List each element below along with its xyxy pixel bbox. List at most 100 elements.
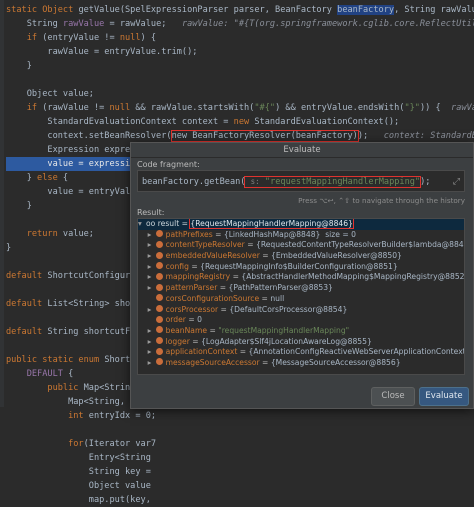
result-field-row[interactable]: ▸ config = {RequestMappingInfo$BuilderCon… <box>138 262 464 273</box>
code-line[interactable]: Entry<String <box>6 451 474 465</box>
field-icon <box>155 315 163 323</box>
field-name: mappingRegistry <box>165 272 231 282</box>
result-field-row[interactable]: ▸ applicationContext = {AnnotationConfigR… <box>138 347 464 358</box>
result-field-row[interactable]: corsConfigurationSource = null <box>138 294 464 305</box>
code-line[interactable]: static Object getValue(SpelExpressionPar… <box>6 3 474 17</box>
chevron-right-icon[interactable]: ▸ <box>148 305 156 316</box>
result-fields: ▸ pathPrefixes = {LinkedHashMap@8848} siz… <box>138 230 464 369</box>
expand-icon[interactable]: ⤢ <box>453 171 460 193</box>
code-line[interactable]: for(Iterator var7 <box>6 437 474 451</box>
result-root-row[interactable]: ▾ oo result = {RequestMappingHandlerMappi… <box>138 219 464 230</box>
result-tree[interactable]: ▾ oo result = {RequestMappingHandlerMappi… <box>137 218 465 375</box>
field-name: order <box>165 315 186 325</box>
chevron-right-icon[interactable]: ▸ <box>148 251 156 262</box>
chevron-right-icon[interactable]: ▸ <box>148 272 156 283</box>
chevron-right-icon[interactable]: ▸ <box>148 337 156 348</box>
chevron-right-icon[interactable]: ▸ <box>148 283 156 294</box>
code-token: ) && entryValue.endsWith( <box>275 103 405 113</box>
code-token: StandardEvaluationContext(); <box>254 117 400 127</box>
chevron-right-icon[interactable] <box>148 294 156 305</box>
code-token: DEFAULT <box>6 369 69 379</box>
code-token: "}" <box>404 103 420 113</box>
code-text: DEFAULT { <box>6 369 74 379</box>
code-token: } <box>6 61 32 71</box>
code-text: static Object getValue(SpelExpressionPar… <box>6 5 474 15</box>
history-hint: Press ⌥↩, ⌃⇧ to navigate through the his… <box>298 196 465 205</box>
editor-gutter <box>0 0 4 407</box>
field-name: contentTypeResolver <box>165 240 245 250</box>
code-line[interactable]: rawValue = entryValue.trim(); <box>6 45 474 59</box>
code-token: new <box>233 117 255 127</box>
code-token: { <box>62 173 69 183</box>
code-line[interactable]: context.setBeanResolver(new BeanFactoryR… <box>6 129 474 143</box>
code-line[interactable]: } <box>6 59 474 73</box>
code-line[interactable]: if (rawValue != null && rawValue.startsW… <box>6 101 474 115</box>
code-token: (Iterator var7 <box>83 439 157 449</box>
chevron-right-icon[interactable]: ▸ <box>148 326 156 337</box>
chevron-right-icon[interactable]: ▸ <box>148 240 156 251</box>
code-token: rawValue <box>62 19 105 29</box>
chevron-right-icon[interactable]: ▸ <box>148 230 156 241</box>
code-token: } <box>6 243 12 253</box>
result-field-row[interactable]: ▸ patternParser = {PathPatternParser@8853… <box>138 283 464 294</box>
code-line[interactable]: String rawValue = rawValue; rawValue: "#… <box>6 17 474 31</box>
code-text: value = entryValue; <box>6 187 145 197</box>
field-icon <box>155 283 163 291</box>
code-line[interactable] <box>6 423 474 437</box>
result-field-row[interactable]: ▸ mappingRegistry = {AbstractHandlerMetho… <box>138 272 464 283</box>
code-token: int <box>6 411 89 421</box>
chevron-down-icon[interactable]: ▾ <box>138 219 146 230</box>
inline-debug-value: rawValue: "#{T(org.sprin <box>451 103 474 113</box>
code-line[interactable]: int entryIdx = 0; <box>6 409 474 423</box>
result-field-row[interactable]: ▸ beanName = "requestMappingHandlerMappin… <box>138 326 464 337</box>
code-token: public static enum <box>6 355 105 365</box>
inline-debug-value: rawValue: "#{T(org.springframework.cglib… <box>181 19 474 29</box>
result-field-row[interactable]: ▸ contentTypeResolver = {RequestedContent… <box>138 240 464 251</box>
result-label: Result: <box>137 208 165 217</box>
code-line[interactable]: String key = <box>6 465 474 479</box>
code-token: return <box>6 229 63 239</box>
evaluate-button[interactable]: Evaluate <box>419 387 469 406</box>
result-field-row[interactable]: ▸ messageSourceAccessor = {MessageSourceA… <box>138 358 464 369</box>
result-field-row[interactable]: ▸ corsProcessor = {DefaultCorsProcessor@8… <box>138 305 464 316</box>
result-field-row[interactable]: ▸ pathPrefixes = {LinkedHashMap@8848} siz… <box>138 230 464 241</box>
code-line[interactable]: Object value; <box>6 87 474 101</box>
chevron-right-icon[interactable]: ▸ <box>148 262 156 273</box>
code-token: public <box>6 383 84 393</box>
code-token: } <box>6 173 38 183</box>
code-token: for <box>6 439 84 449</box>
code-token: { <box>68 369 74 379</box>
code-token: Object value; <box>6 89 94 99</box>
code-token: null <box>109 103 131 113</box>
field-value: 0 <box>197 315 202 325</box>
code-line[interactable]: if (entryValue != null) { <box>6 31 474 45</box>
code-text: } <box>6 201 32 211</box>
chevron-right-icon[interactable] <box>148 315 156 326</box>
field-value: {PathPatternParser@8853} <box>228 283 333 293</box>
field-name: embeddedValueResolver <box>165 251 260 261</box>
field-name: applicationContext <box>165 347 238 357</box>
field-name: config <box>165 261 189 271</box>
result-field-row[interactable]: ▸ logger = {LogAdapter$Slf4jLocationAware… <box>138 337 464 348</box>
code-token: rawValue = entryValue.trim(); <box>6 47 198 57</box>
code-fragment-input[interactable]: beanFactory.getBean( s: "requestMappingH… <box>137 170 465 192</box>
fragment-prefix: beanFactory.getBean( <box>142 177 246 187</box>
field-value: {DefaultCorsProcessor@8854} <box>229 304 348 314</box>
code-line[interactable]: Object value <box>6 479 474 493</box>
chevron-right-icon[interactable]: ▸ <box>148 347 156 358</box>
code-text: context.setBeanResolver(new BeanFactoryR… <box>6 130 474 142</box>
code-line[interactable] <box>6 73 474 87</box>
code-text: for(Iterator var7 <box>6 439 156 449</box>
result-field-row[interactable]: order = 0 <box>138 315 464 326</box>
field-value: {MessageSourceAccessor@8856} <box>270 357 401 367</box>
result-field-row[interactable]: ▸ embeddedValueResolver = {EmbeddedValueR… <box>138 251 464 262</box>
inline-debug-value: context: StandardEvaluationConte <box>383 131 474 141</box>
code-line[interactable]: map.put(key, <box>6 493 474 507</box>
close-button[interactable]: Close <box>371 387 415 406</box>
field-icon <box>155 230 163 238</box>
code-text: String key = <box>6 467 151 477</box>
code-line[interactable]: StandardEvaluationContext context = new … <box>6 115 474 129</box>
chevron-right-icon[interactable]: ▸ <box>148 358 156 369</box>
code-token: else <box>37 173 63 183</box>
code-token: )) { <box>419 103 452 113</box>
